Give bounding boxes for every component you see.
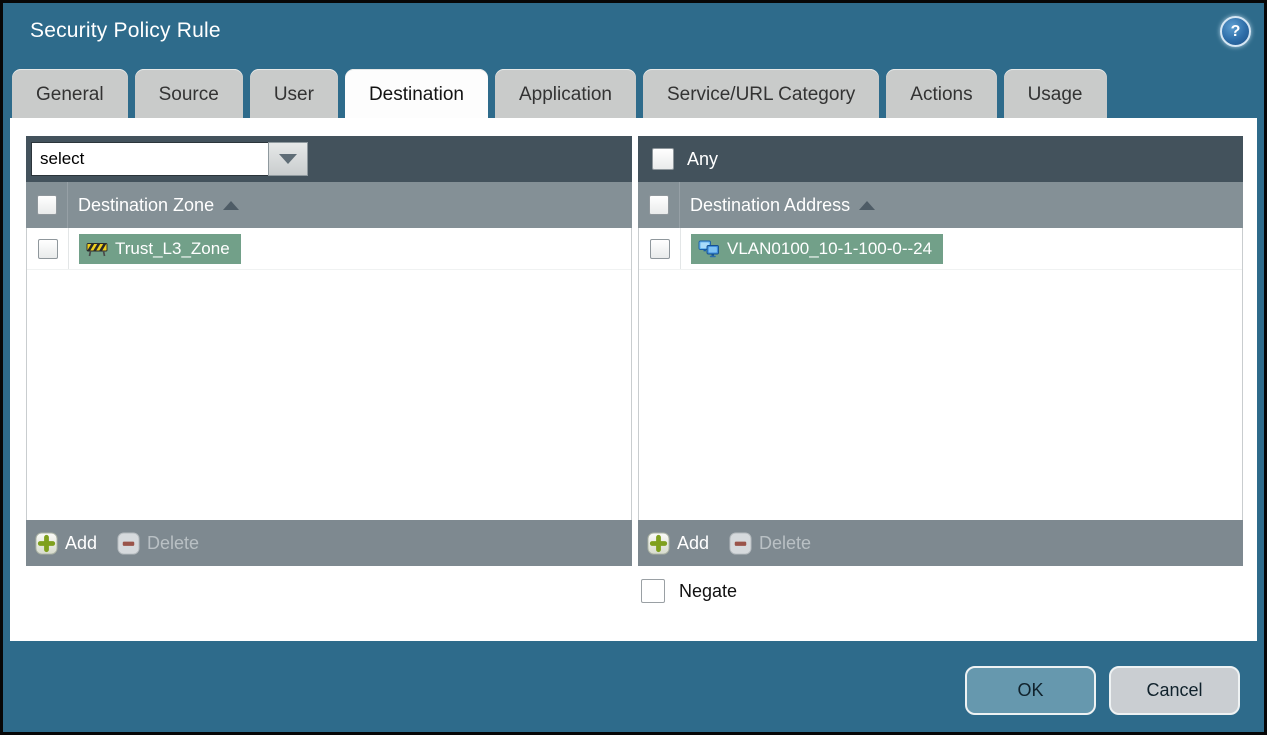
- security-policy-rule-dialog: Security Policy Rule ? General Source Us…: [3, 3, 1264, 732]
- tab-general[interactable]: General: [12, 69, 128, 121]
- zone-filter-dropdown-button[interactable]: [268, 142, 308, 176]
- address-select-all-checkbox[interactable]: [648, 195, 669, 215]
- zone-select-all-checkbox[interactable]: [36, 195, 57, 215]
- tab-bar: General Source User Destination Applicat…: [12, 69, 1107, 121]
- add-plus-icon: [647, 531, 670, 555]
- table-row[interactable]: Trust_L3_Zone: [27, 228, 631, 270]
- zone-barrier-icon: [86, 242, 108, 257]
- address-row-checkbox-cell: [639, 228, 681, 269]
- delete-minus-icon: [117, 531, 140, 555]
- address-delete-button[interactable]: Delete: [729, 531, 812, 555]
- negate-checkbox[interactable]: [641, 579, 665, 603]
- help-icon[interactable]: ?: [1220, 16, 1251, 47]
- negate-toggle[interactable]: Negate: [641, 579, 737, 603]
- zone-panel-topbar: select: [26, 136, 632, 182]
- sort-ascending-icon[interactable]: [859, 200, 876, 210]
- dialog-title: Security Policy Rule: [30, 19, 221, 42]
- address-add-label: Add: [677, 532, 710, 553]
- address-row-label: VLAN0100_10-1-100-0--24: [727, 238, 933, 258]
- zone-row-checkbox[interactable]: [37, 238, 58, 259]
- tab-application[interactable]: Application: [495, 69, 636, 121]
- add-plus-icon: [35, 531, 58, 555]
- address-add-button[interactable]: Add: [647, 531, 710, 555]
- address-table-body: VLAN0100_10-1-100-0--24: [638, 228, 1243, 520]
- cancel-button[interactable]: Cancel: [1109, 666, 1240, 715]
- zone-column-header[interactable]: Destination Zone: [68, 182, 240, 228]
- negate-label: Negate: [679, 580, 738, 601]
- zone-row-checkbox-cell: [27, 228, 69, 269]
- tab-usage[interactable]: Usage: [1003, 69, 1107, 121]
- delete-minus-icon: [729, 531, 752, 555]
- any-label: Any: [687, 148, 719, 169]
- zone-table-body: Trust_L3_Zone: [26, 228, 632, 520]
- zone-row-chip[interactable]: Trust_L3_Zone: [79, 233, 241, 264]
- table-row[interactable]: VLAN0100_10-1-100-0--24: [639, 228, 1242, 270]
- zone-table-header: Destination Zone: [26, 182, 632, 228]
- zone-panel-footer: Add Delete: [26, 520, 632, 566]
- address-delete-label: Delete: [759, 532, 812, 553]
- tab-destination[interactable]: Destination: [344, 69, 488, 121]
- tab-service-url-category[interactable]: Service/URL Category: [642, 69, 880, 121]
- address-row-chip[interactable]: VLAN0100_10-1-100-0--24: [691, 233, 944, 264]
- any-toggle[interactable]: Any: [643, 148, 718, 170]
- zone-row-label: Trust_L3_Zone: [115, 238, 230, 258]
- zone-column-header-label: Destination Zone: [78, 194, 215, 215]
- address-row-checkbox[interactable]: [649, 238, 670, 259]
- zone-filter-select[interactable]: select: [31, 142, 308, 176]
- sort-ascending-icon[interactable]: [223, 200, 240, 210]
- destination-address-panel: Any Destination Address VLAN0100_10-1-10…: [638, 136, 1243, 566]
- zone-filter-value[interactable]: select: [31, 142, 268, 176]
- tab-actions[interactable]: Actions: [886, 69, 997, 121]
- tab-source[interactable]: Source: [134, 69, 243, 121]
- destination-zone-panel: select Destination Zone Trust_L3_Zone Ad…: [26, 136, 632, 566]
- any-checkbox[interactable]: [652, 148, 674, 170]
- address-panel-topbar: Any: [638, 136, 1243, 182]
- address-table-header: Destination Address: [638, 182, 1243, 228]
- address-panel-footer: Add Delete: [638, 520, 1243, 566]
- zone-add-label: Add: [65, 532, 98, 553]
- zone-delete-label: Delete: [147, 532, 200, 553]
- zone-delete-button[interactable]: Delete: [117, 531, 200, 555]
- address-column-header[interactable]: Destination Address: [680, 182, 876, 228]
- network-computers-icon: [698, 240, 719, 257]
- zone-select-all-cell: [26, 182, 68, 228]
- address-select-all-cell: [638, 182, 680, 228]
- zone-add-button[interactable]: Add: [35, 531, 98, 555]
- destination-tab-content: select Destination Zone Trust_L3_Zone Ad…: [10, 118, 1257, 641]
- tab-user[interactable]: User: [249, 69, 338, 121]
- chevron-down-icon: [279, 154, 297, 164]
- address-column-header-label: Destination Address: [690, 194, 851, 215]
- ok-button[interactable]: OK: [965, 666, 1096, 715]
